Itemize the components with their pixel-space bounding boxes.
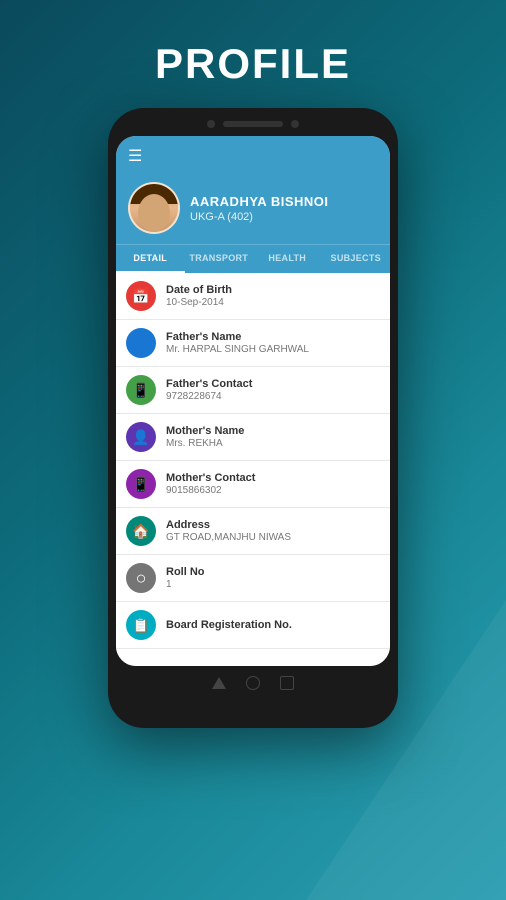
- address-text: Address GT ROAD,MANJHU NIWAS: [166, 519, 291, 543]
- address-icon: 🏠: [126, 516, 156, 546]
- tab-bar: DETAIL TRANSPORT HEALTH SUBJECTS: [116, 244, 390, 273]
- home-button[interactable]: [246, 676, 260, 690]
- speaker: [223, 121, 283, 127]
- tab-detail[interactable]: DETAIL: [116, 245, 185, 273]
- date-of-birth-text: Date of Birth 10-Sep-2014: [166, 284, 232, 308]
- fathers-contact-label: Father's Contact: [166, 378, 252, 390]
- avatar-face-oval: [138, 194, 170, 232]
- fathers-contact-icon: 📱: [126, 375, 156, 405]
- fathers-name-label: Father's Name: [166, 331, 309, 343]
- fathers-contact-text: Father's Contact 9728228674: [166, 378, 252, 402]
- back-button[interactable]: [212, 677, 226, 689]
- phone-frame: ☰ AARADHYA BISHNOI UKG-A (402) DETAIL TR…: [108, 108, 398, 728]
- recents-button[interactable]: [280, 676, 294, 690]
- fathers-name-text: Father's Name Mr. HARPAL SINGH GARHWAL: [166, 331, 309, 355]
- mothers-contact-icon: 📱: [126, 469, 156, 499]
- profile-info: AARADHYA BISHNOI UKG-A (402): [190, 194, 329, 223]
- avatar: [128, 182, 180, 234]
- date-of-birth-label: Date of Birth: [166, 284, 232, 296]
- board-reg-label: Board Registeration No.: [166, 619, 292, 631]
- list-item: 📱 Mother's Contact 9015866302: [116, 461, 390, 508]
- profile-class: UKG-A (402): [190, 211, 329, 223]
- roll-no-text: Roll No 1: [166, 566, 205, 590]
- fathers-name-value: Mr. HARPAL SINGH GARHWAL: [166, 344, 309, 355]
- list-item: 📋 Board Registeration No.: [116, 602, 390, 649]
- list-item: 👤 Father's Name Mr. HARPAL SINGH GARHWAL: [116, 320, 390, 367]
- list-item: 👤 Mother's Name Mrs. REKHA: [116, 414, 390, 461]
- hamburger-menu[interactable]: ☰: [128, 146, 142, 166]
- list-item: 📱 Father's Contact 9728228674: [116, 367, 390, 414]
- list-item: 📅 Date of Birth 10-Sep-2014: [116, 273, 390, 320]
- address-value: GT ROAD,MANJHU NIWAS: [166, 532, 291, 543]
- mothers-name-icon: 👤: [126, 422, 156, 452]
- mothers-name-text: Mother's Name Mrs. REKHA: [166, 425, 244, 449]
- avatar-face: [130, 184, 178, 232]
- board-reg-text: Board Registeration No.: [166, 619, 292, 632]
- profile-section: AARADHYA BISHNOI UKG-A (402): [116, 176, 390, 244]
- content-list: 📅 Date of Birth 10-Sep-2014 👤 Father's N…: [116, 273, 390, 666]
- roll-no-icon: ○: [126, 563, 156, 593]
- page-title: PROFILE: [155, 40, 351, 88]
- address-label: Address: [166, 519, 291, 531]
- mothers-name-value: Mrs. REKHA: [166, 438, 244, 449]
- fathers-contact-value: 9728228674: [166, 391, 252, 402]
- app-header: ☰: [116, 136, 390, 176]
- list-item: ○ Roll No 1: [116, 555, 390, 602]
- roll-no-label: Roll No: [166, 566, 205, 578]
- mothers-contact-text: Mother's Contact 9015866302: [166, 472, 255, 496]
- sensor-icon: [291, 120, 299, 128]
- tab-health[interactable]: HEALTH: [253, 245, 322, 273]
- camera-icon: [207, 120, 215, 128]
- phone-screen: ☰ AARADHYA BISHNOI UKG-A (402) DETAIL TR…: [116, 136, 390, 666]
- tab-subjects[interactable]: SUBJECTS: [322, 245, 391, 273]
- fathers-name-icon: 👤: [126, 328, 156, 358]
- date-of-birth-icon: 📅: [126, 281, 156, 311]
- phone-top-bar: [116, 120, 390, 128]
- tab-transport[interactable]: TRANSPORT: [185, 245, 254, 273]
- mothers-name-label: Mother's Name: [166, 425, 244, 437]
- profile-name: AARADHYA BISHNOI: [190, 194, 329, 209]
- board-reg-icon: 📋: [126, 610, 156, 640]
- list-item: 🏠 Address GT ROAD,MANJHU NIWAS: [116, 508, 390, 555]
- mothers-contact-label: Mother's Contact: [166, 472, 255, 484]
- date-of-birth-value: 10-Sep-2014: [166, 297, 232, 308]
- phone-nav-bar: [116, 676, 390, 690]
- mothers-contact-value: 9015866302: [166, 485, 255, 496]
- roll-no-value: 1: [166, 579, 205, 590]
